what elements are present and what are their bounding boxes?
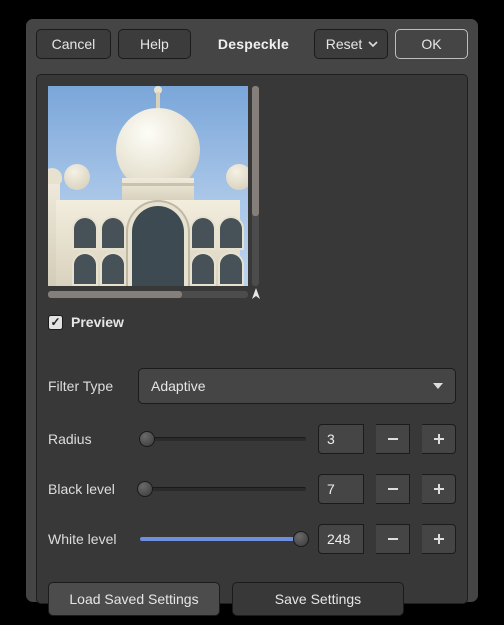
dialog-panel: Cancel Help Despeckle Reset OK (25, 18, 479, 603)
white-level-slider[interactable] (140, 529, 306, 549)
white-level-value[interactable]: 248 (318, 524, 364, 554)
radius-value[interactable]: 3 (318, 424, 364, 454)
preview-checkbox-row: Preview (48, 314, 456, 330)
preview-area (48, 86, 258, 306)
dialog-title: Despeckle (218, 36, 289, 52)
reset-label: Reset (326, 36, 363, 52)
load-saved-settings-button[interactable]: Load Saved Settings (48, 582, 220, 616)
filter-type-value: Adaptive (151, 378, 205, 394)
navigate-icon[interactable] (249, 287, 263, 301)
preview-vertical-scrollbar[interactable] (252, 86, 259, 286)
white-level-increment[interactable] (422, 524, 456, 554)
reset-button[interactable]: Reset (314, 29, 388, 59)
white-level-row: White level 248 (48, 524, 456, 554)
filter-type-row: Filter Type Adaptive (48, 368, 456, 404)
black-level-decrement[interactable] (376, 474, 410, 504)
black-level-row: Black level 7 (48, 474, 456, 504)
content-area: Preview Filter Type Adaptive Radius 3 (36, 74, 468, 604)
save-settings-button[interactable]: Save Settings (232, 582, 404, 616)
black-level-value[interactable]: 7 (318, 474, 364, 504)
preview-image[interactable] (48, 86, 248, 286)
header-button-row: Cancel Help Despeckle Reset OK (36, 28, 468, 60)
black-level-label: Black level (48, 481, 128, 497)
chevron-down-icon (368, 39, 378, 49)
preview-horizontal-scrollbar[interactable] (48, 291, 248, 298)
black-level-increment[interactable] (422, 474, 456, 504)
black-level-slider[interactable] (140, 479, 306, 499)
radius-row: Radius 3 (48, 424, 456, 454)
ok-button[interactable]: OK (395, 29, 468, 59)
preview-checkbox-label[interactable]: Preview (71, 314, 124, 330)
radius-increment[interactable] (422, 424, 456, 454)
radius-label: Radius (48, 431, 128, 447)
white-level-decrement[interactable] (376, 524, 410, 554)
white-level-label: White level (48, 531, 128, 547)
filter-type-label: Filter Type (48, 378, 128, 394)
dropdown-triangle-icon (433, 383, 443, 389)
radius-slider[interactable] (140, 429, 306, 449)
filter-type-select[interactable]: Adaptive (138, 368, 456, 404)
radius-decrement[interactable] (376, 424, 410, 454)
help-button[interactable]: Help (118, 29, 191, 59)
preview-checkbox[interactable] (48, 315, 63, 330)
footer-row: Load Saved Settings Save Settings (48, 582, 456, 616)
cancel-button[interactable]: Cancel (36, 29, 111, 59)
